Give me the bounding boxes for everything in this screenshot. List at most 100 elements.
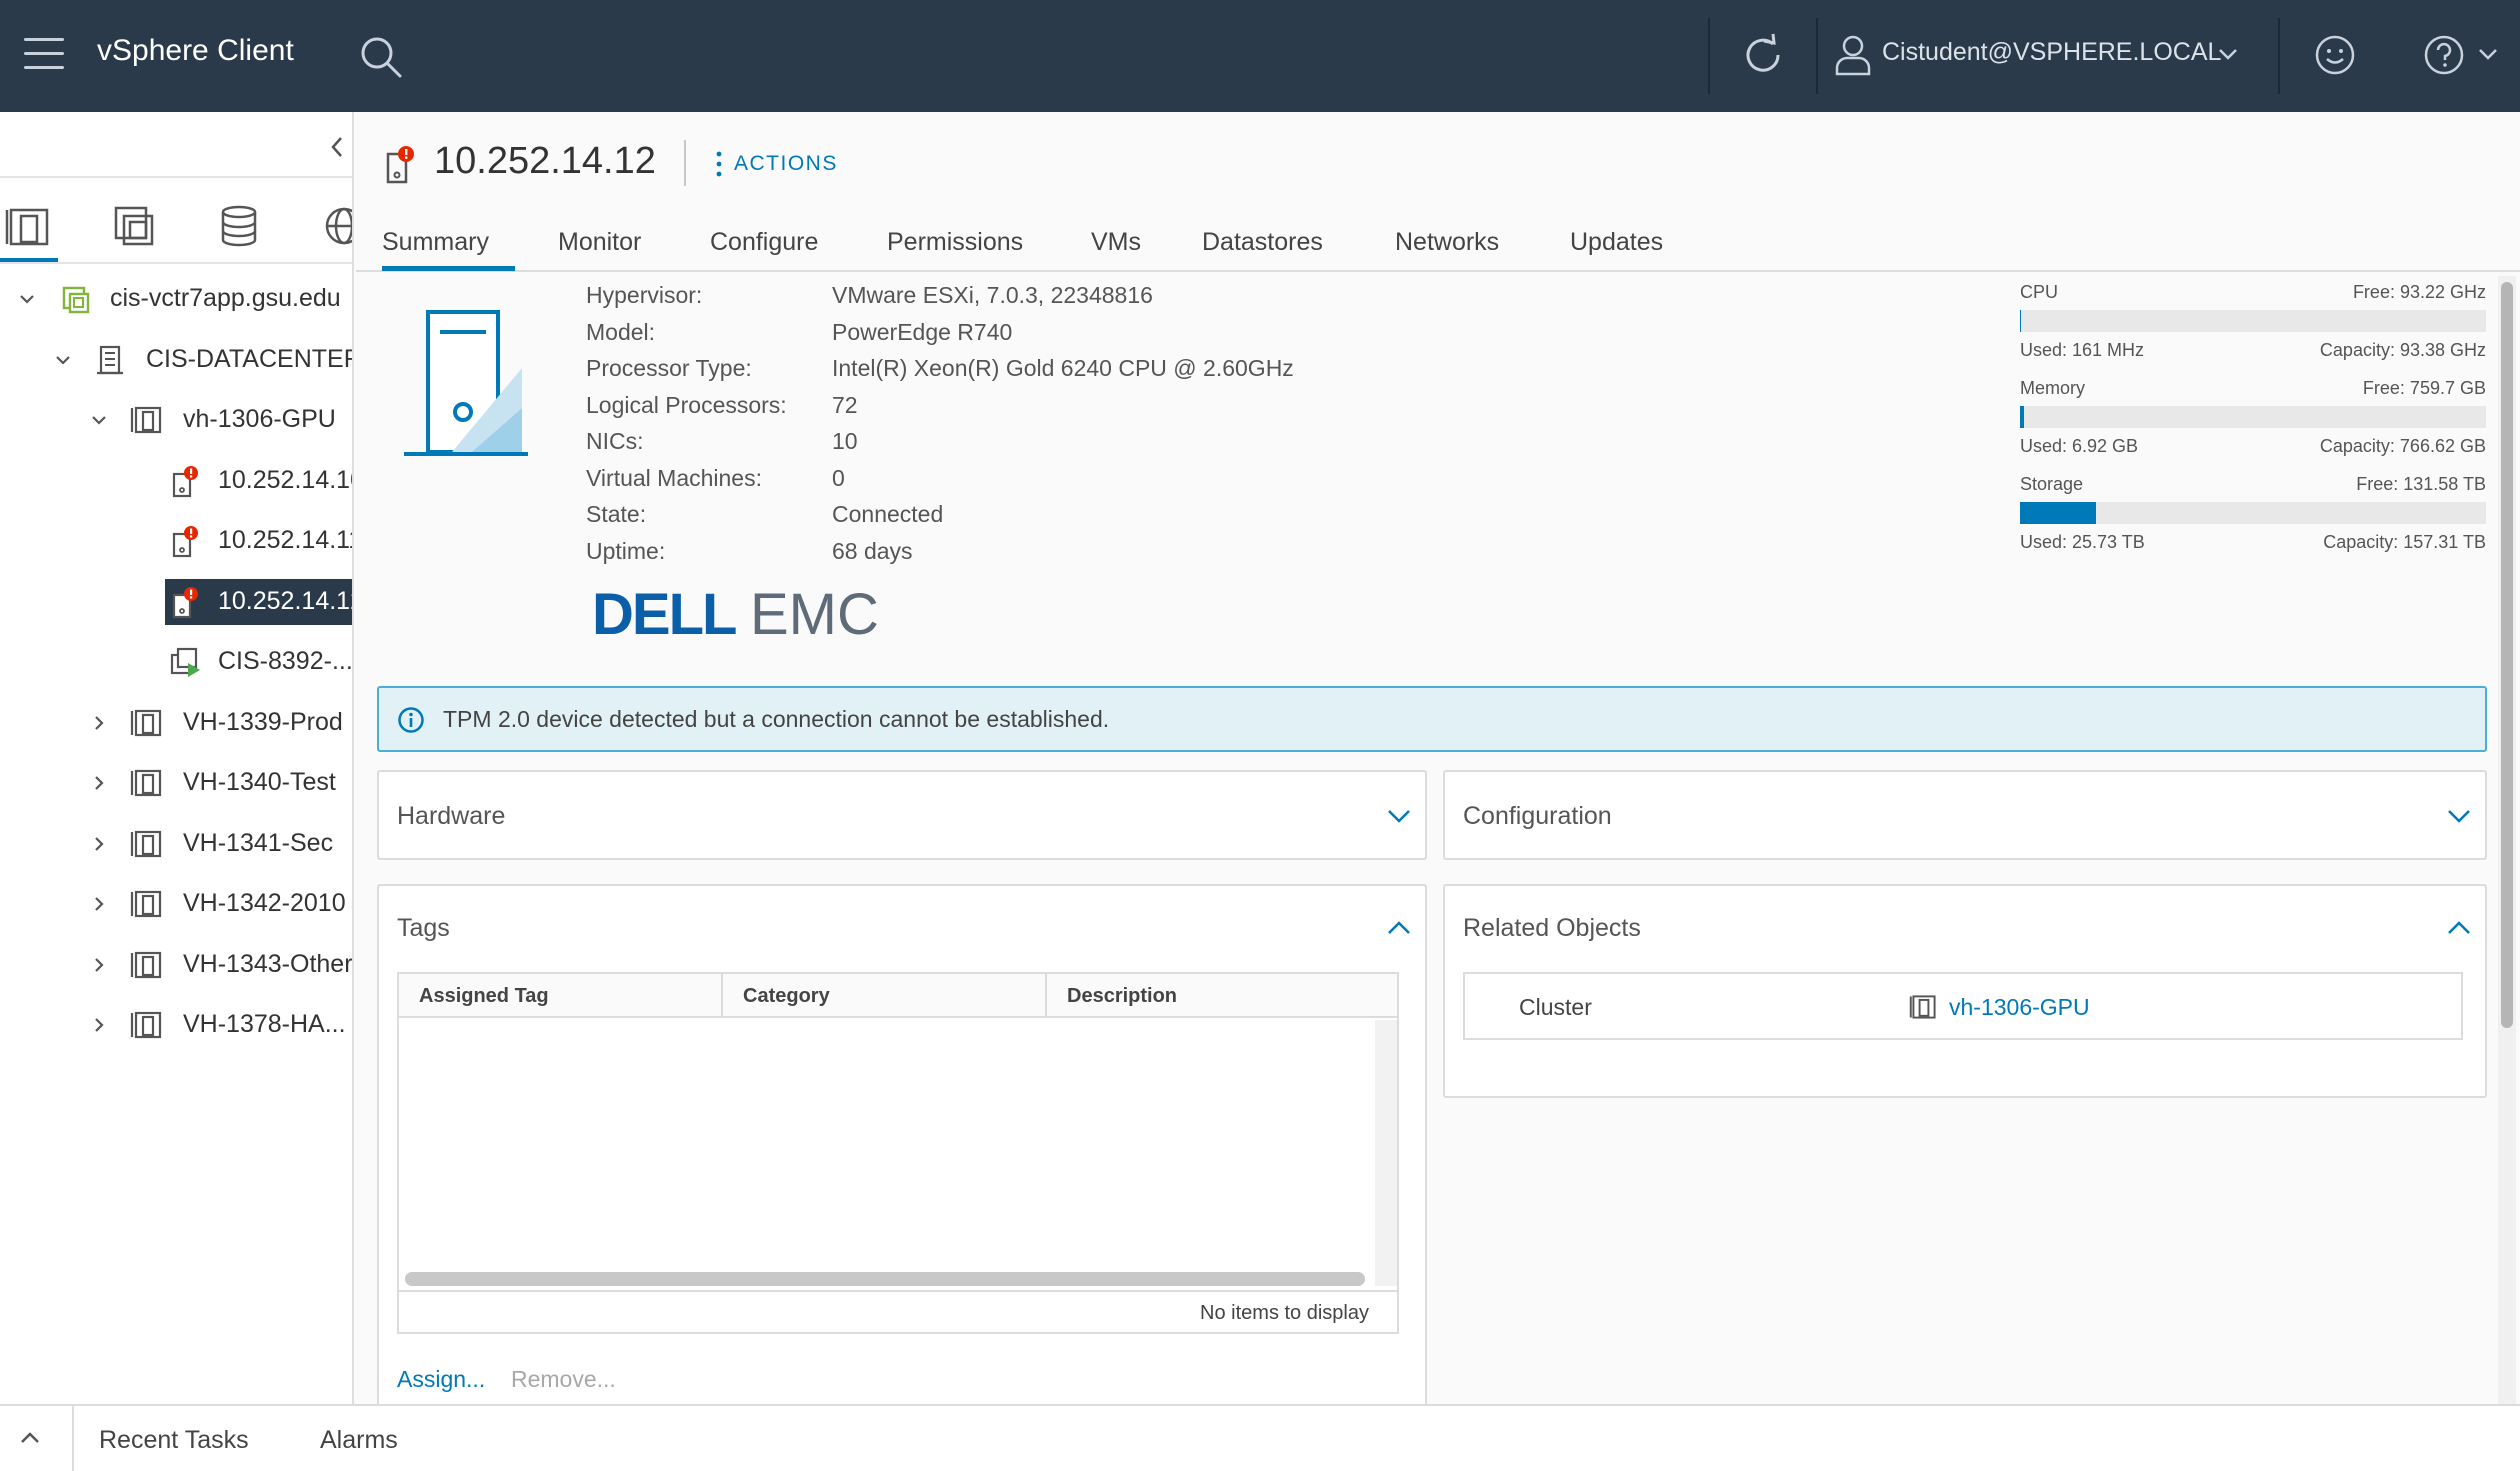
scrollbar-thumb[interactable] <box>2501 282 2513 1028</box>
cluster-icon <box>1909 995 1936 1019</box>
divider <box>684 140 686 186</box>
chevron-down-icon[interactable] <box>16 288 38 310</box>
help-icon[interactable] <box>2422 33 2466 77</box>
property-value: Intel(R) Xeon(R) Gold 6240 CPU @ 2.60GHz <box>832 355 1294 381</box>
storage-tab-icon[interactable] <box>215 202 263 250</box>
search-icon[interactable] <box>358 34 404 80</box>
tree-node[interactable]: CIS-DATACENTER <box>0 335 352 385</box>
header-divider <box>2278 18 2280 94</box>
configuration-card[interactable]: Configuration <box>1443 770 2487 860</box>
tree-node-label: vh-1306-GPU <box>183 405 336 433</box>
svg-text:DELL: DELL <box>592 582 736 647</box>
column-description[interactable]: Description <box>1067 974 1177 1018</box>
tab-monitor[interactable]: Monitor <box>558 228 641 257</box>
chevron-down-icon[interactable] <box>52 349 74 371</box>
column-category[interactable]: Category <box>743 974 830 1018</box>
collapse-sidebar-icon[interactable] <box>326 132 348 162</box>
card-title: Tags <box>397 914 450 942</box>
menu-icon[interactable] <box>24 38 64 72</box>
chevron-right-icon[interactable] <box>88 893 110 915</box>
property-label: Virtual Machines: <box>586 464 762 491</box>
tree-node[interactable]: VH-1341-Sec <box>0 819 352 869</box>
tree-node-label: CIS-8392-... <box>218 647 353 675</box>
alarms-tab[interactable]: Alarms <box>320 1426 398 1455</box>
hosts-clusters-tab-icon[interactable] <box>5 202 53 250</box>
grid-header: Assigned Tag Category Description <box>399 974 1397 1018</box>
chevron-right-icon[interactable] <box>88 833 110 855</box>
resource-used: Used: 25.73 TB <box>2020 532 2145 552</box>
app-title[interactable]: vSphere Client <box>97 34 294 68</box>
chevron-right-icon[interactable] <box>88 954 110 976</box>
chevron-down-icon[interactable] <box>2216 44 2240 64</box>
column-resizer[interactable] <box>1045 974 1047 1018</box>
chevron-down-icon[interactable] <box>88 409 110 431</box>
chevron-down-icon[interactable] <box>2476 44 2500 64</box>
chevron-down-icon[interactable] <box>2445 806 2473 826</box>
tab-datastores[interactable]: Datastores <box>1202 228 1323 257</box>
tree-node[interactable]: VH-1342-2010 <box>0 879 352 929</box>
chevron-down-icon[interactable] <box>1385 806 1413 826</box>
property-label: Hypervisor: <box>586 282 703 308</box>
tab-updates[interactable]: Updates <box>1570 228 1663 257</box>
tab-summary[interactable]: Summary <box>382 228 489 257</box>
chevron-up-icon[interactable] <box>2445 918 2473 938</box>
tree-node[interactable]: 10.252.14.10 <box>0 456 352 506</box>
chevron-right-icon[interactable] <box>88 772 110 794</box>
sidebar-resize-handle[interactable] <box>352 848 354 888</box>
property-label: State: <box>586 501 647 527</box>
host-warning-icon <box>172 465 198 497</box>
chevron-right-icon[interactable] <box>88 1014 110 1036</box>
main-vertical-scrollbar[interactable] <box>2498 276 2516 1404</box>
tab-configure[interactable]: Configure <box>710 228 818 257</box>
host-warning-icon <box>386 146 414 184</box>
expand-bottom-panel-button[interactable] <box>0 1406 74 1471</box>
tree-node[interactable]: cis-vctr7app.gsu.edu <box>0 274 352 324</box>
tree-node[interactable]: VH-1339-Prod <box>0 698 352 748</box>
tree-node-label: VH-1339-Prod <box>183 707 343 736</box>
cluster-icon <box>130 1011 162 1039</box>
cluster-icon <box>130 830 162 857</box>
tree-node[interactable]: VH-1378-HA... <box>0 1000 352 1050</box>
recent-tasks-tab[interactable]: Recent Tasks <box>99 1426 249 1455</box>
tab-vms[interactable]: VMs <box>1091 228 1141 257</box>
assign-tag-link[interactable]: Assign... <box>397 1366 485 1393</box>
vertical-scrollbar[interactable] <box>1375 1020 1397 1286</box>
tree-node-label: 10.252.14.10 <box>218 465 354 494</box>
property-label: Logical Processors: <box>586 391 787 418</box>
tree-node[interactable]: VH-1343-Other <box>0 940 352 990</box>
resource-capacity: Capacity: 93.38 GHz <box>2319 340 2486 360</box>
tree-node[interactable]: 10.252.14.11 <box>0 516 352 566</box>
column-assigned-tag[interactable]: Assigned Tag <box>419 974 549 1018</box>
cluster-icon <box>130 890 162 918</box>
resource-usage-bar <box>2020 310 2486 332</box>
tree-node[interactable]: 10.252.14.12 <box>0 577 352 627</box>
vcenter-icon <box>62 286 90 314</box>
property-value: 72 <box>832 391 858 418</box>
resource-usage-fill <box>2020 310 2021 332</box>
refresh-icon[interactable] <box>1740 32 1786 78</box>
property-value: Connected <box>832 501 944 527</box>
resource-used: Used: 161 MHz <box>2020 340 2145 360</box>
tree-node[interactable]: VH-1340-Test <box>0 758 352 808</box>
feedback-smiley-icon[interactable] <box>2313 33 2357 77</box>
chevron-up-icon[interactable] <box>1385 918 1413 938</box>
related-cluster-link[interactable]: vh-1306-GPU <box>1949 994 2090 1021</box>
top-header: vSphere Client Cistudent@VSPHERE.LOCAL <box>0 0 2520 112</box>
item-count: No items to display <box>1200 1302 1369 1324</box>
column-resizer[interactable] <box>721 974 723 1018</box>
remove-tag-link[interactable]: Remove... <box>511 1366 616 1393</box>
horizontal-scrollbar[interactable] <box>405 1272 1365 1286</box>
vms-templates-tab-icon[interactable] <box>110 202 158 250</box>
user-icon[interactable] <box>1833 34 1873 76</box>
tree-node[interactable]: CIS-8392-... <box>0 637 352 687</box>
hardware-card[interactable]: Hardware <box>377 770 1427 860</box>
tab-networks[interactable]: Networks <box>1395 228 1499 257</box>
resource-usage-fill <box>2020 502 2097 524</box>
user-menu[interactable]: Cistudent@VSPHERE.LOCAL <box>1882 38 2221 67</box>
networking-tab-icon[interactable] <box>320 202 354 250</box>
chevron-right-icon[interactable] <box>88 712 110 734</box>
tab-permissions[interactable]: Permissions <box>887 228 1023 257</box>
resource-name: Storage <box>2020 474 2084 494</box>
actions-button[interactable]: ACTIONS <box>716 150 838 178</box>
tree-node[interactable]: vh-1306-GPU <box>0 395 352 445</box>
